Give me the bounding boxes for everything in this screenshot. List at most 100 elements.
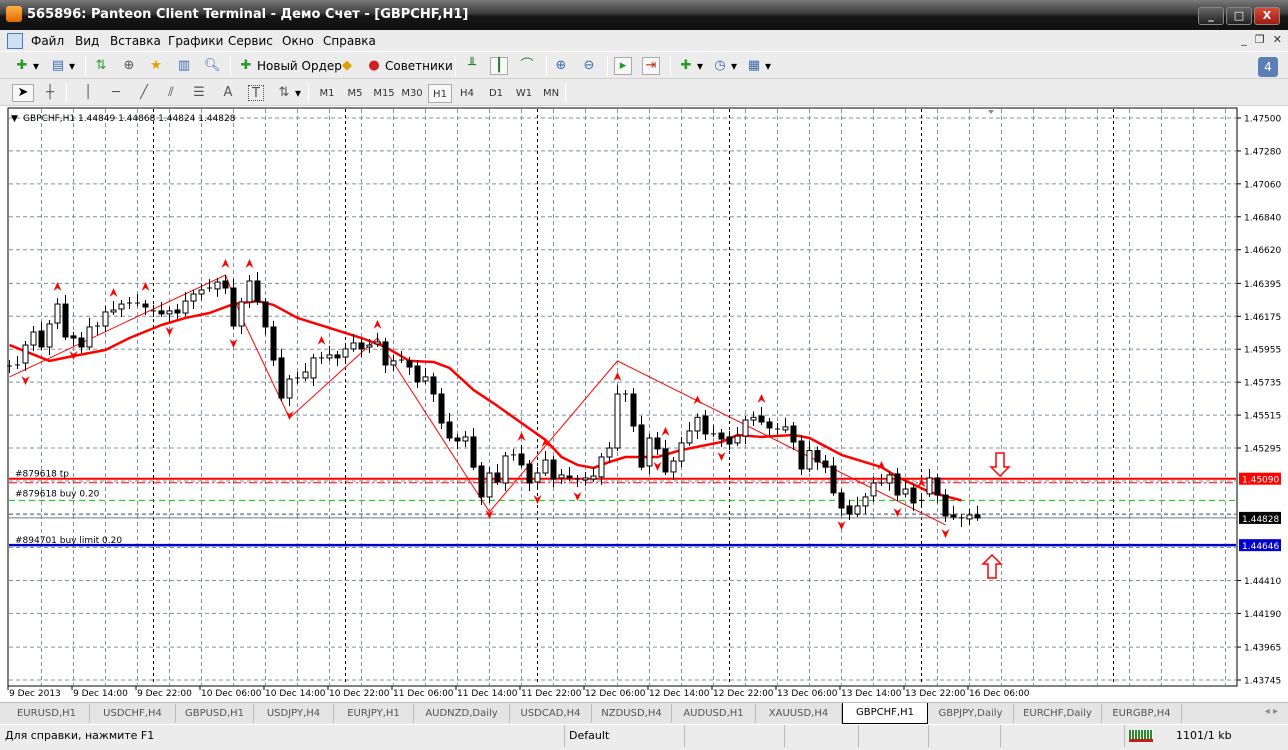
horizontal-line-button[interactable]: ─ (108, 84, 124, 102)
bar-chart-button[interactable]: ╨ (464, 57, 480, 75)
timeframe-m1[interactable]: M1 (315, 84, 339, 103)
price-tick-label: 1.43965 (1244, 644, 1281, 654)
candle-body (78, 337, 85, 348)
equidistant-channel-button[interactable]: ⫽ (163, 84, 179, 102)
chart-window-icon[interactable] (7, 33, 23, 49)
mdi-close-button[interactable]: ✕ (1273, 33, 1282, 46)
chart-tab[interactable]: EURJPY,H1 (334, 704, 414, 723)
tab-scroll-arrows[interactable]: ◂ ▸ (1265, 706, 1278, 717)
chart-shift-button[interactable]: ⇥ (642, 57, 660, 75)
auto-scroll-button[interactable]: ▸ (614, 57, 632, 75)
auto-scroll-icon: ▸ (619, 58, 627, 73)
profiles-button[interactable]: ▤ ▾ (50, 57, 75, 75)
indicators-button[interactable]: ✚ ▾ (678, 57, 703, 75)
zoom-in-button[interactable]: ⊕ (553, 57, 569, 75)
chart-tab[interactable]: EURUSD,H1 (4, 704, 90, 723)
candle-body (582, 477, 589, 481)
close-button[interactable]: X (1254, 7, 1280, 25)
menu-bar: Файл Вид Вставка Графики Сервис Окно Спр… (0, 30, 1288, 52)
chart-tab[interactable]: USDCHF,H4 (90, 704, 176, 723)
new-order-button[interactable]: ✚ Новый Ордер (238, 57, 342, 75)
messages-button[interactable]: 4 (1258, 57, 1278, 77)
cursor-button[interactable]: ➤ (12, 84, 34, 102)
timeframe-m30[interactable]: M30 (399, 84, 425, 103)
chart-tab[interactable]: GBPCHF,H1 (842, 703, 928, 724)
menu-insert[interactable]: Вставка (110, 34, 161, 48)
chart-tab[interactable]: USDJPY,H4 (254, 704, 334, 723)
terminal-button[interactable]: ▥ (176, 57, 192, 75)
candle-body (862, 496, 869, 507)
timeframe-d1[interactable]: D1 (484, 84, 508, 103)
new-order-label: Новый Ордер (257, 59, 342, 73)
chart-window[interactable]: #879618 tp 1.45090 #879618 buy 0.20 1.44828… (0, 106, 1288, 702)
line-chart-button[interactable]: ⌒ (519, 57, 535, 75)
timeframe-w1[interactable]: W1 (512, 84, 536, 103)
chart-tab[interactable]: GBPJPY,Daily (928, 704, 1014, 723)
timeframe-h1[interactable]: H1 (428, 84, 452, 103)
line-chart-icon: ⌒ (520, 58, 534, 73)
candle-body (702, 415, 709, 435)
chart-tab[interactable]: AUDNZD,Daily (414, 704, 510, 723)
price-tick-label: 1.47060 (1244, 180, 1281, 190)
data-window-button[interactable]: ⊕ (121, 57, 137, 75)
chart-tab[interactable]: XAUUSD,H4 (756, 704, 842, 723)
text-label-button[interactable]: T (248, 84, 264, 102)
candle-body (302, 371, 309, 379)
menu-window[interactable]: Окно (282, 34, 314, 48)
crosshair-button[interactable]: ┼ (42, 84, 58, 102)
chart-tab[interactable]: EURCHF,Daily (1014, 704, 1102, 723)
periods-button[interactable]: ◷ ▾ (712, 57, 737, 75)
text-button[interactable]: A (220, 84, 236, 102)
trendline-button[interactable]: ╱ (136, 84, 152, 102)
mdi-minimize-button[interactable]: _ (1241, 33, 1247, 46)
new-order-icon: ✚ (240, 58, 252, 73)
menu-tools[interactable]: Сервис (228, 34, 273, 48)
vertical-line-button[interactable]: │ (80, 84, 96, 102)
fibonacci-button[interactable]: ☰ (191, 84, 207, 102)
timeframe-h4[interactable]: H4 (455, 84, 479, 103)
text-icon: A (223, 85, 233, 100)
connection-bars-icon[interactable] (1124, 725, 1174, 747)
timeframe-mn[interactable]: MN (539, 84, 563, 103)
price-chart[interactable]: #879618 tp 1.45090 #879618 buy 0.20 1.44828… (0, 106, 1288, 702)
chart-tab[interactable]: NZDUSD,H4 (592, 704, 672, 723)
chart-tab[interactable]: EURGBP,H4 (1102, 704, 1182, 723)
market-watch-button[interactable]: ⇅ (93, 57, 109, 75)
chart-tab[interactable]: GBPUSD,H1 (176, 704, 254, 723)
templates-button[interactable]: ▦ ▾ (746, 57, 771, 75)
zoom-out-icon: ⊖ (583, 58, 595, 73)
arrows-button[interactable]: ⇅ ▾ (276, 84, 301, 102)
chart-tab[interactable]: AUDUSD,H1 (672, 704, 756, 723)
navigator-button[interactable]: ★ (148, 57, 164, 75)
chart-frame (7, 107, 1238, 687)
candle-body (590, 475, 597, 480)
new-chart-button[interactable]: ✚ ▾ (14, 57, 39, 75)
candlestick-button[interactable]: ┃ (490, 57, 508, 75)
price-tick-label: 1.44190 (1244, 610, 1281, 620)
timeframe-m5[interactable]: M5 (343, 84, 367, 103)
candlestick-icon: ┃ (495, 58, 503, 73)
menu-help[interactable]: Справка (323, 34, 376, 48)
timeframe-m15[interactable]: M15 (371, 84, 397, 103)
time-axis[interactable]: 9 Dec 2013 9 Dec 14:00 9 Dec 22:00 10 Dec 0… (7, 686, 1030, 699)
strategy-tester-button[interactable]: 🔍︎ (204, 57, 221, 75)
menu-charts[interactable]: Графики (168, 34, 223, 48)
maximize-button[interactable]: □ (1226, 7, 1252, 25)
price-axis[interactable]: 1.47500 1.47280 1.47060 1.46840 1.46620 1.463… (1237, 115, 1281, 687)
order-label: #879618 tp (15, 470, 69, 480)
zoom-out-button[interactable]: ⊖ (581, 57, 597, 75)
chart-collapse-icon[interactable]: ▼ (11, 114, 18, 124)
candle-body (766, 421, 773, 429)
menu-view[interactable]: Вид (75, 34, 99, 48)
candle-body (478, 465, 485, 498)
candle-body (886, 474, 893, 484)
expert-advisors-button[interactable]: ● Советники (366, 57, 453, 75)
menu-file[interactable]: Файл (31, 34, 64, 48)
mdi-restore-button[interactable]: ❐ (1255, 33, 1265, 46)
chart-tab[interactable]: USDCAD,H4 (510, 704, 592, 723)
candle-body (758, 415, 765, 423)
profiles-icon: ▤ (51, 58, 65, 73)
candle-body (630, 393, 637, 427)
minimize-button[interactable]: _ (1198, 7, 1224, 25)
alert-button[interactable]: ◆ (339, 57, 355, 75)
